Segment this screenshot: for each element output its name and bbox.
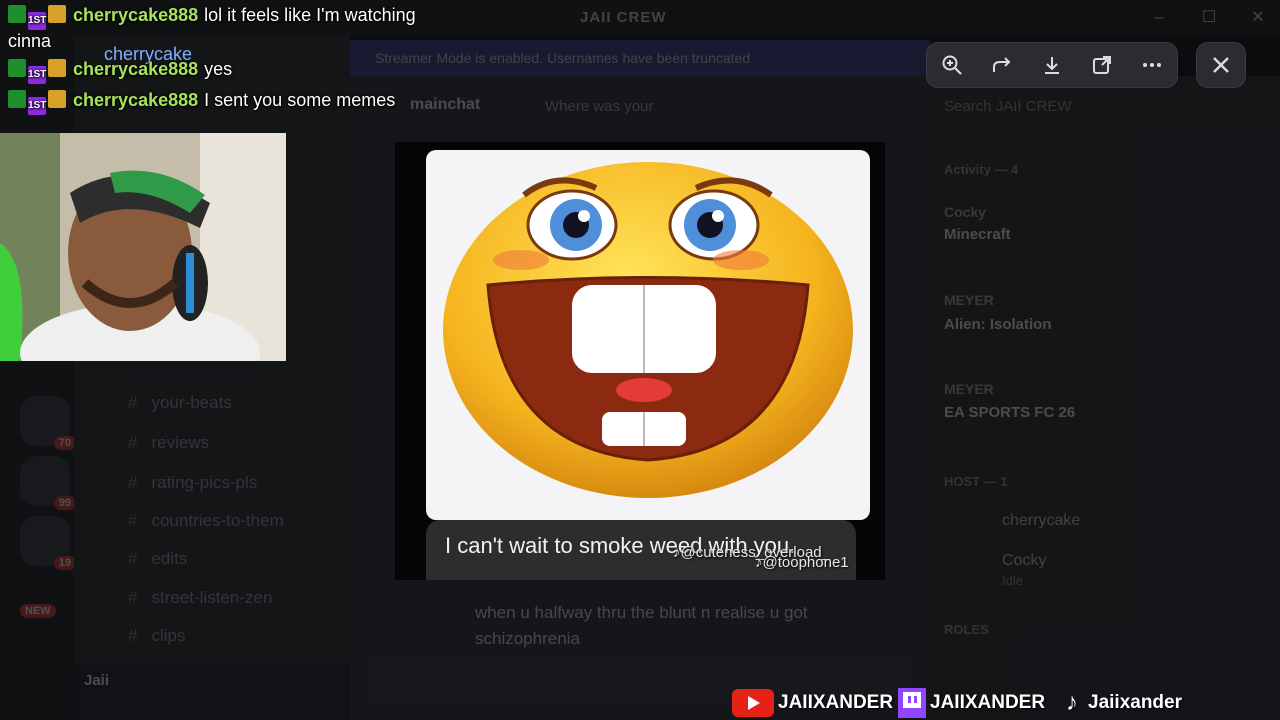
chat-username: cherrycake888 bbox=[73, 90, 199, 110]
activity-user: Cocky bbox=[944, 204, 987, 220]
channel-topic: Where was your bbox=[545, 98, 654, 115]
channel-item[interactable]: # clips bbox=[128, 626, 185, 646]
server-icon[interactable]: 70 bbox=[20, 396, 76, 450]
member-name[interactable]: Cocky bbox=[1002, 552, 1046, 570]
activity-user: MEYER bbox=[944, 292, 994, 308]
more-icon[interactable] bbox=[1138, 51, 1166, 79]
unread-badge: 19 bbox=[53, 556, 76, 570]
channel-title: mainchat bbox=[410, 96, 481, 113]
tiktok-icon: ♪ bbox=[1066, 689, 1078, 716]
gift-badge-icon bbox=[48, 5, 66, 23]
channel-item[interactable]: # countries-to-them bbox=[128, 511, 284, 531]
unread-badge: 99 bbox=[53, 496, 76, 510]
chat-text: yes bbox=[204, 59, 233, 79]
channel-item[interactable]: # street-listen-zen bbox=[128, 588, 272, 608]
chat-text: lol it feels like I'm watching bbox=[204, 5, 416, 25]
app-title: JAII CREW bbox=[580, 9, 667, 26]
forward-icon[interactable] bbox=[988, 51, 1016, 79]
first-badge-icon: 1ST bbox=[28, 66, 46, 84]
chat-text-wrap: cinna bbox=[8, 31, 52, 51]
youtube-handle: JAIIXANDER bbox=[732, 688, 893, 718]
unread-badge: 70 bbox=[53, 436, 76, 450]
laughing-emoji-icon bbox=[443, 162, 853, 498]
hash-icon: # bbox=[128, 549, 138, 568]
moderator-badge-icon bbox=[8, 59, 26, 77]
new-label: NEW bbox=[20, 601, 70, 625]
streamer-mode-banner: Streamer Mode is enabled. Usernames have… bbox=[350, 40, 930, 76]
tiktok-name: Jaiixander bbox=[1088, 692, 1182, 713]
tiktok-watermark: ♪@toophone1 bbox=[755, 554, 849, 571]
moderator-badge-icon bbox=[8, 5, 26, 23]
hash-icon: # bbox=[128, 511, 138, 530]
meme-image bbox=[426, 150, 870, 520]
channel-item[interactable]: # your-beats bbox=[128, 393, 232, 413]
server-icon[interactable]: 19 bbox=[20, 516, 76, 570]
image-viewer-frame[interactable]: I can't wait to smoke weed with you. ♪@c… bbox=[395, 142, 885, 580]
stream-chat-line: 1ST cherrycake888 yes bbox=[8, 59, 232, 84]
twitch-handle: JAIIXANDER bbox=[898, 688, 1045, 718]
streamer-webcam-image bbox=[0, 133, 286, 361]
minimize-icon[interactable]: – bbox=[1144, 6, 1174, 30]
window-close-icon[interactable]: ✕ bbox=[1243, 6, 1273, 30]
member-list: Search JAII CREW Activity — 4 Cocky Mine… bbox=[930, 76, 1280, 720]
tiktok-handle: ♪ Jaiixander bbox=[1066, 688, 1182, 718]
youtube-icon bbox=[732, 689, 774, 717]
image-viewer-toolbar bbox=[926, 42, 1178, 88]
channel-item[interactable]: # reviews bbox=[128, 433, 209, 453]
youtube-name: JAIIXANDER bbox=[778, 692, 894, 713]
chat-username: cherrycake888 bbox=[73, 59, 199, 79]
download-icon[interactable] bbox=[1038, 51, 1066, 79]
activity-header: Activity — 4 bbox=[944, 162, 1019, 177]
twitch-name: JAIIXANDER bbox=[930, 692, 1046, 713]
hash-icon: # bbox=[128, 393, 138, 412]
open-external-icon[interactable] bbox=[1088, 51, 1116, 79]
close-icon bbox=[1213, 57, 1229, 73]
gift-badge-icon bbox=[48, 90, 66, 108]
chat-message: when u halfway thru the blunt n realise … bbox=[475, 603, 808, 648]
stream-chat-line: 1ST cherrycake888 I sent you some memes bbox=[8, 90, 395, 115]
activity-game[interactable]: Minecraft bbox=[944, 226, 1011, 243]
member-name[interactable]: cherrycake bbox=[1002, 512, 1080, 530]
chat-text: I sent you some memes bbox=[204, 90, 396, 110]
activity-user: MEYER bbox=[944, 381, 994, 397]
member-status: Idle bbox=[1002, 573, 1023, 588]
activity-game[interactable]: EA SPORTS FC 26 bbox=[944, 404, 1075, 421]
zoom-in-icon[interactable] bbox=[938, 51, 966, 79]
user-panel-name: Jaii bbox=[84, 672, 110, 689]
maximize-icon[interactable]: ☐ bbox=[1194, 6, 1224, 30]
banner-text: Streamer Mode is enabled. Usernames have… bbox=[375, 50, 751, 66]
first-badge-icon: 1ST bbox=[28, 12, 46, 30]
server-icon[interactable]: 99 bbox=[20, 456, 76, 510]
hash-icon: # bbox=[128, 433, 138, 452]
gift-badge-icon bbox=[48, 59, 66, 77]
online-header: HOST — 1 bbox=[944, 474, 1008, 489]
roles-header: ROLES bbox=[944, 622, 989, 637]
member-search[interactable]: Search JAII CREW bbox=[944, 98, 1072, 115]
new-badge: NEW bbox=[20, 604, 56, 618]
webcam-feed bbox=[0, 133, 286, 361]
activity-game[interactable]: Alien: Isolation bbox=[944, 316, 1052, 333]
moderator-badge-icon bbox=[8, 90, 26, 108]
first-badge-icon: 1ST bbox=[28, 97, 46, 115]
channel-item[interactable]: # edits bbox=[128, 549, 187, 569]
stream-chat-line: 1ST cherrycake888 lol it feels like I'm w… bbox=[8, 5, 416, 30]
channel-item[interactable]: # rating-pics-pls bbox=[128, 473, 257, 493]
hash-icon: # bbox=[128, 626, 138, 645]
user-panel: Jaii bbox=[74, 664, 350, 720]
twitch-icon bbox=[898, 688, 926, 718]
chat-username: cherrycake888 bbox=[73, 5, 199, 25]
hash-icon: # bbox=[128, 588, 138, 607]
hash-icon: # bbox=[128, 473, 138, 492]
close-viewer-button[interactable] bbox=[1196, 42, 1246, 88]
